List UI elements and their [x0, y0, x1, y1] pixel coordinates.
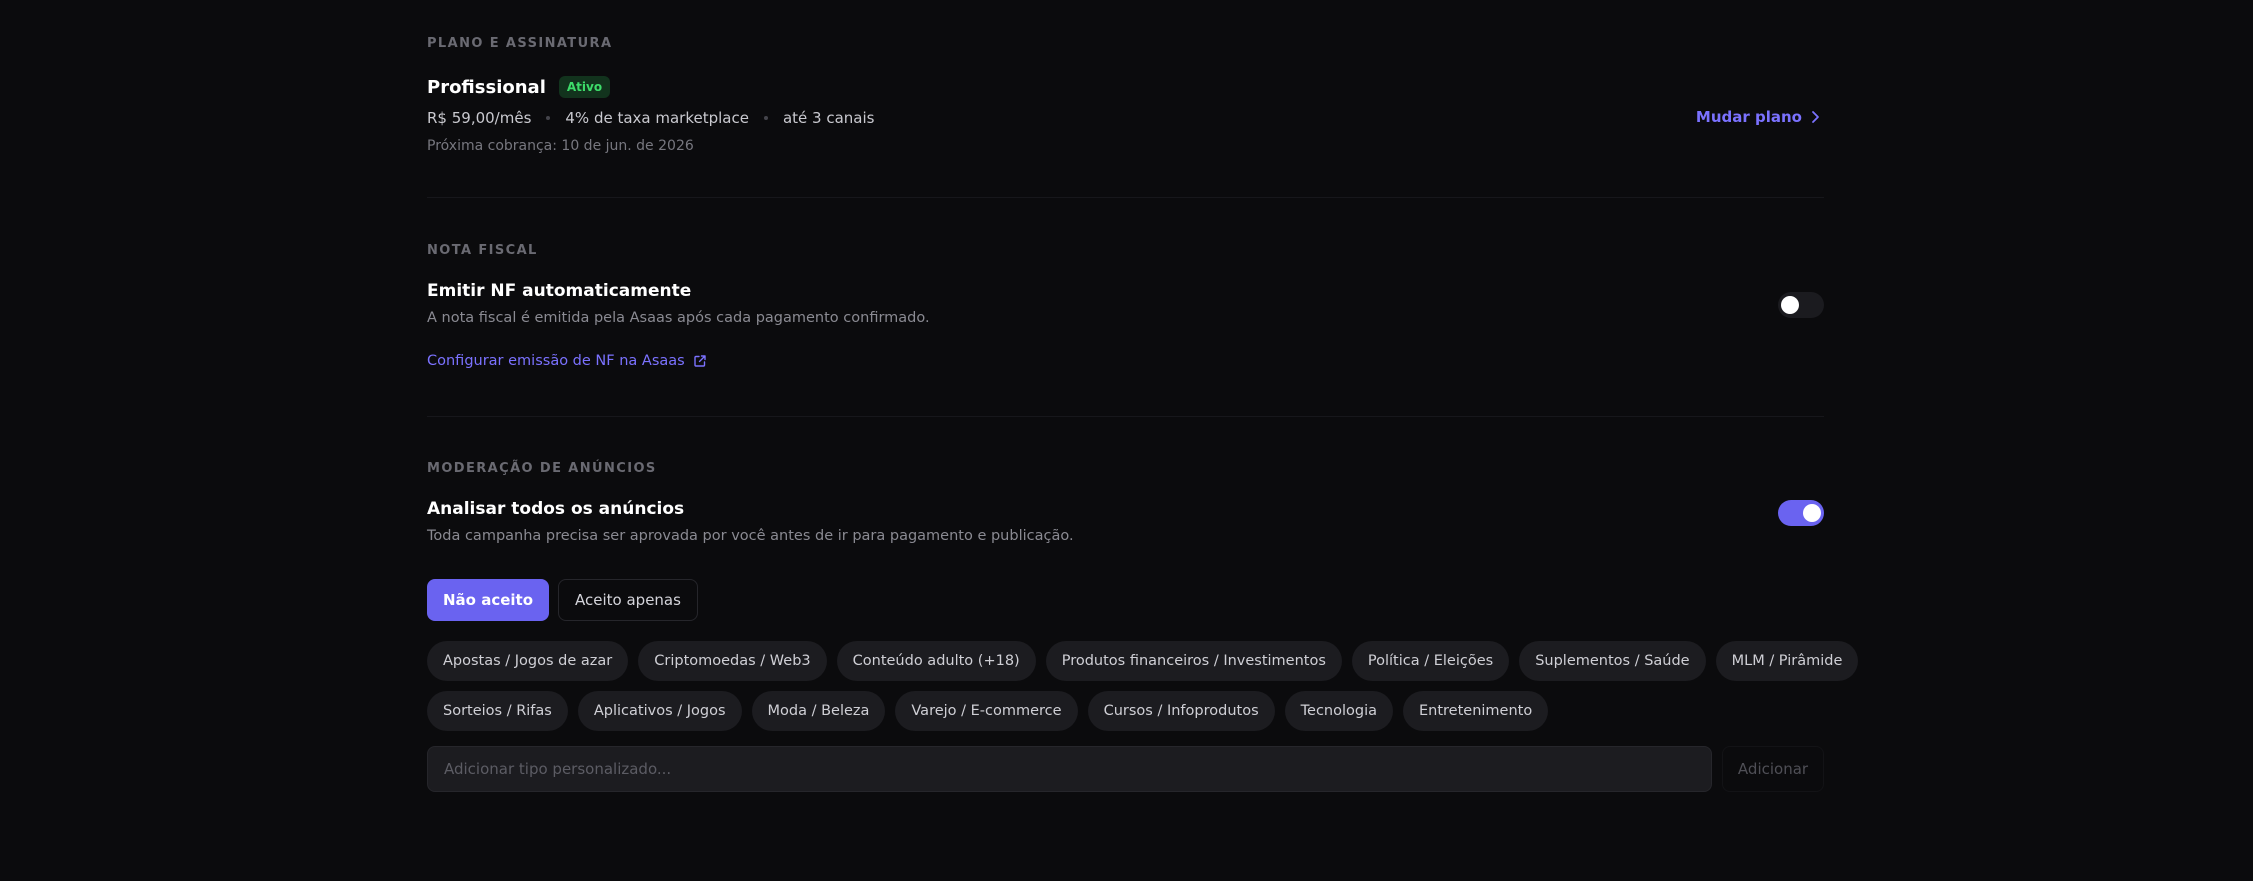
analyze-all-toggle[interactable]: [1778, 500, 1824, 526]
moderation-description: Toda campanha precisa ser aprovada por v…: [427, 528, 1074, 544]
category-chip[interactable]: Tecnologia: [1284, 691, 1393, 731]
category-chip[interactable]: Apostas / Jogos de azar: [427, 641, 629, 681]
status-badge: Ativo: [558, 76, 611, 98]
category-chip[interactable]: Sorteios / Rifas: [427, 691, 568, 731]
external-link-icon: [694, 355, 706, 367]
plan-name: Profissional: [427, 76, 546, 98]
category-chip[interactable]: Moda / Beleza: [751, 691, 886, 731]
configure-nf-label: Configurar emissão de NF na Asaas: [427, 353, 685, 369]
tab-aceito-apenas[interactable]: Aceito apenas: [558, 579, 698, 621]
plan-section-title: PLANO E ASSINATURA: [427, 36, 613, 51]
plan-header: Profissional Ativo: [427, 76, 611, 98]
plan-meta: R$ 59,00/mês 4% de taxa marketplace até …: [427, 109, 875, 127]
category-chip[interactable]: Aplicativos / Jogos: [577, 691, 742, 731]
mode-tabs: Não aceito Aceito apenas: [427, 579, 707, 621]
category-chip[interactable]: Produtos financeiros / Investimentos: [1045, 641, 1342, 681]
custom-type-input[interactable]: [427, 746, 1712, 792]
toggle-knob: [1781, 296, 1799, 314]
nf-title: Emitir NF automaticamente: [427, 281, 692, 301]
nf-auto-toggle[interactable]: [1778, 292, 1824, 318]
separator-dot: [763, 116, 768, 120]
plan-price: R$ 59,00/mês: [427, 109, 532, 127]
category-chips-row-2: Sorteios / Rifas Aplicativos / Jogos Mod…: [427, 691, 1558, 731]
next-charge: Próxima cobrança: 10 de jun. de 2026: [427, 138, 694, 154]
nf-section-title: NOTA FISCAL: [427, 243, 538, 258]
category-chip[interactable]: Suplementos / Saúde: [1519, 641, 1706, 681]
divider: [427, 416, 1824, 417]
plan-fee: 4% de taxa marketplace: [565, 109, 749, 127]
plan-section: PLANO E ASSINATURA Profissional Ativo R$…: [427, 36, 1824, 154]
tab-nao-aceito[interactable]: Não aceito: [427, 579, 550, 621]
category-chip[interactable]: Criptomoedas / Web3: [638, 641, 827, 681]
separator-dot: [546, 116, 551, 120]
category-chips-row-1: Apostas / Jogos de azar Criptomoedas / W…: [427, 641, 1868, 681]
category-chip[interactable]: Política / Eleições: [1351, 641, 1510, 681]
category-chip[interactable]: Cursos / Infoprodutos: [1087, 691, 1275, 731]
divider: [427, 197, 1824, 198]
category-chip[interactable]: Varejo / E-commerce: [895, 691, 1078, 731]
category-chip[interactable]: MLM / Pirâmide: [1715, 641, 1859, 681]
moderation-title: Analisar todos os anúncios: [427, 499, 685, 519]
change-plan-label: Mudar plano: [1695, 108, 1802, 126]
category-chip[interactable]: Conteúdo adulto (+18): [836, 641, 1036, 681]
category-chip[interactable]: Entretenimento: [1403, 691, 1549, 731]
change-plan-button[interactable]: Mudar plano: [1696, 108, 1820, 126]
toggle-knob: [1803, 504, 1821, 522]
chevron-right-icon: [1812, 111, 1819, 123]
configure-nf-link[interactable]: Configurar emissão de NF na Asaas: [427, 353, 707, 369]
moderation-section-title: MODERAÇÃO DE ANÚNCIOS: [427, 461, 657, 476]
moderation-section: MODERAÇÃO DE ANÚNCIOS Analisar todos os …: [427, 461, 1859, 792]
nf-description: A nota fiscal é emitida pela Asaas após …: [427, 310, 930, 326]
add-button[interactable]: Adicionar: [1722, 746, 1824, 792]
nota-fiscal-section: NOTA FISCAL Emitir NF automaticamente A …: [427, 243, 1824, 369]
plan-channels: até 3 canais: [782, 109, 875, 127]
